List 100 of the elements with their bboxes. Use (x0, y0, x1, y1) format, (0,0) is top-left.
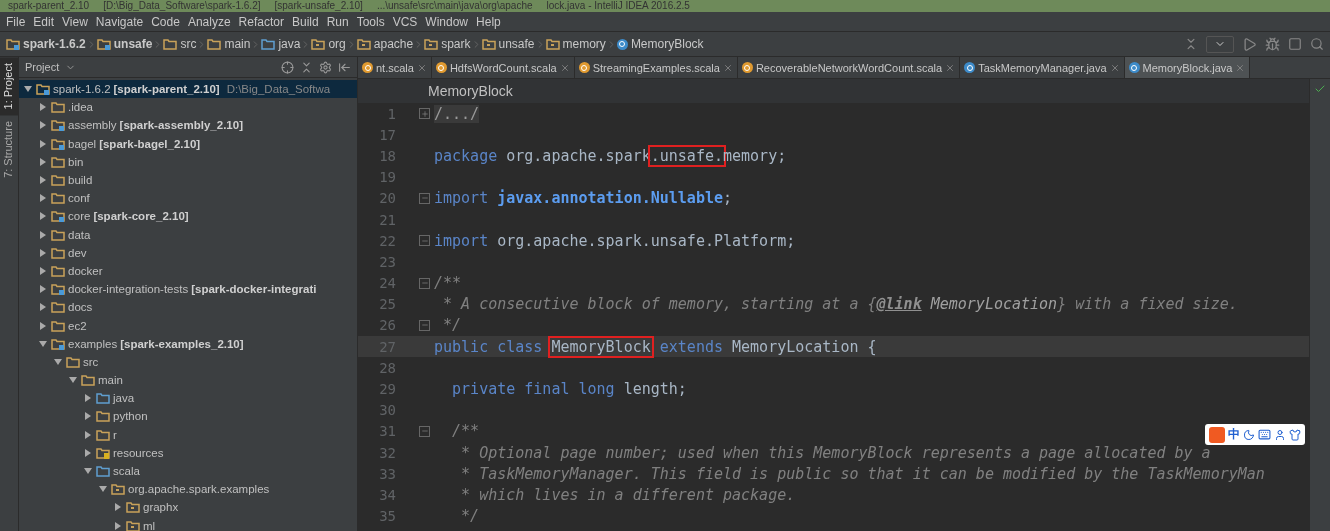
user-icon[interactable] (1274, 428, 1286, 441)
tree-item[interactable]: data (19, 225, 357, 244)
menu-item[interactable]: View (58, 14, 92, 29)
moon-icon[interactable] (1243, 428, 1255, 441)
tree-item[interactable]: bagel [spark-bagel_2.10] (19, 134, 357, 153)
breadcrumb[interactable]: unsafe (96, 37, 153, 51)
tree-item[interactable]: scala (19, 461, 357, 481)
tool-window-tab[interactable]: 1: Project (0, 57, 18, 116)
tree-item[interactable]: ml (19, 516, 357, 531)
settings-icon[interactable] (319, 60, 332, 74)
tree-item[interactable]: java (19, 389, 357, 408)
tree-item[interactable]: resources (19, 443, 357, 462)
tree-item[interactable]: docker-integration-tests [spark-docker-integrati (19, 280, 357, 299)
tree-item[interactable]: python (19, 407, 357, 426)
tree-item[interactable]: assembly [spark-assembly_2.10] (19, 116, 357, 135)
run-configuration-dropdown[interactable] (1206, 35, 1234, 53)
menu-item[interactable]: Tools (352, 14, 389, 29)
expanded-arrow-icon[interactable] (69, 376, 77, 385)
close-icon[interactable] (1109, 62, 1120, 73)
menu-item[interactable]: Run (322, 14, 353, 29)
collapse-fold-icon[interactable] (419, 277, 430, 289)
expanded-arrow-icon[interactable] (84, 467, 92, 476)
expanded-arrow-icon[interactable] (24, 85, 32, 94)
hide-icon[interactable] (338, 60, 351, 74)
collapse-fold-icon[interactable] (419, 319, 430, 331)
keyboard-icon[interactable] (1258, 428, 1271, 441)
tree-item[interactable]: core [spark-core_2.10] (19, 207, 357, 226)
collapsed-arrow-icon[interactable] (84, 394, 92, 403)
collapsed-arrow-icon[interactable] (39, 121, 47, 130)
collapse-fold-icon[interactable] (419, 425, 430, 437)
collapsed-arrow-icon[interactable] (39, 212, 47, 221)
editor-tab[interactable]: MemoryBlock.java (1124, 57, 1251, 78)
menu-item[interactable]: Refactor (234, 14, 288, 29)
tree-item[interactable]: docker (19, 261, 357, 281)
stop-icon[interactable] (1288, 37, 1302, 51)
tree-item[interactable]: dev (19, 243, 357, 262)
menu-item[interactable]: File (2, 14, 30, 29)
collapsed-arrow-icon[interactable] (39, 103, 47, 112)
tree-item[interactable]: .idea (19, 98, 357, 117)
menu-item[interactable]: Edit (29, 14, 59, 29)
menu-item[interactable]: Help (472, 14, 505, 29)
debug-icon[interactable] (1265, 36, 1280, 52)
collapsed-arrow-icon[interactable] (84, 448, 92, 457)
close-icon[interactable] (416, 62, 427, 73)
tree-item[interactable]: r (19, 425, 357, 444)
ime-mode[interactable]: 中 (1228, 426, 1240, 443)
collapse-fold-icon[interactable] (419, 192, 430, 204)
collapsed-arrow-icon[interactable] (84, 430, 92, 439)
collapsed-arrow-icon[interactable] (39, 321, 47, 330)
menu-item[interactable]: Build (287, 14, 323, 29)
expand-fold-icon[interactable] (419, 108, 430, 120)
tree-item[interactable]: examples [spark-examples_2.10] (19, 334, 357, 353)
expanded-arrow-icon[interactable] (99, 485, 107, 494)
menu-item[interactable]: Code (147, 14, 184, 29)
tree-item[interactable]: bin (19, 152, 357, 171)
tree-item[interactable]: build (19, 170, 357, 190)
panel-title[interactable]: Project (25, 61, 60, 73)
collapsed-arrow-icon[interactable] (114, 521, 122, 530)
target-icon[interactable] (281, 60, 294, 74)
breadcrumb[interactable]: main (207, 37, 251, 51)
sort-icon[interactable] (1184, 37, 1198, 51)
search-icon[interactable] (1310, 37, 1324, 51)
tree-item[interactable]: src (19, 352, 357, 371)
tree-item[interactable]: docs (19, 298, 357, 317)
collapsed-arrow-icon[interactable] (84, 412, 92, 421)
collapsed-arrow-icon[interactable] (39, 303, 47, 312)
collapsed-arrow-icon[interactable] (114, 503, 122, 512)
menu-item[interactable]: Navigate (91, 14, 148, 29)
ime-toolbar[interactable]: 中 (1205, 424, 1305, 445)
collapsed-arrow-icon[interactable] (39, 230, 47, 239)
shirt-icon[interactable] (1289, 428, 1301, 441)
breadcrumb[interactable]: spark (424, 37, 471, 51)
tree-item[interactable]: main (19, 371, 357, 390)
breadcrumb[interactable]: spark-1.6.2 (6, 37, 86, 51)
menu-item[interactable]: Analyze (183, 14, 235, 29)
tree-item[interactable]: graphx (19, 498, 357, 517)
breadcrumb[interactable]: src (163, 37, 197, 51)
collapsed-arrow-icon[interactable] (39, 194, 47, 203)
tree-item[interactable]: org.apache.spark.examples (19, 480, 357, 499)
menu-item[interactable]: VCS (388, 14, 422, 29)
expanded-arrow-icon[interactable] (54, 357, 62, 366)
collapsed-arrow-icon[interactable] (39, 139, 47, 148)
collapse-icon[interactable] (300, 60, 313, 74)
collapsed-arrow-icon[interactable] (39, 157, 47, 166)
close-icon[interactable] (945, 62, 956, 73)
breadcrumb[interactable]: java (261, 37, 301, 51)
close-icon[interactable] (559, 62, 570, 73)
breadcrumb[interactable]: org (311, 37, 346, 51)
breadcrumb[interactable]: MemoryBlock (616, 37, 704, 51)
expanded-arrow-icon[interactable] (39, 339, 47, 348)
menu-item[interactable]: Window (421, 14, 473, 29)
collapsed-arrow-icon[interactable] (39, 266, 47, 275)
collapsed-arrow-icon[interactable] (39, 248, 47, 257)
collapsed-arrow-icon[interactable] (39, 285, 47, 294)
breadcrumb[interactable]: memory (545, 37, 606, 51)
tree-item[interactable]: ec2 (19, 316, 357, 335)
tree-item[interactable]: spark-1.6.2 [spark-parent_2.10] D:\Big_Data_Softwa (19, 80, 357, 99)
tool-window-tab[interactable]: 7: Structure (0, 115, 18, 185)
tree-item[interactable]: conf (19, 189, 357, 208)
breadcrumb[interactable]: apache (356, 37, 414, 51)
